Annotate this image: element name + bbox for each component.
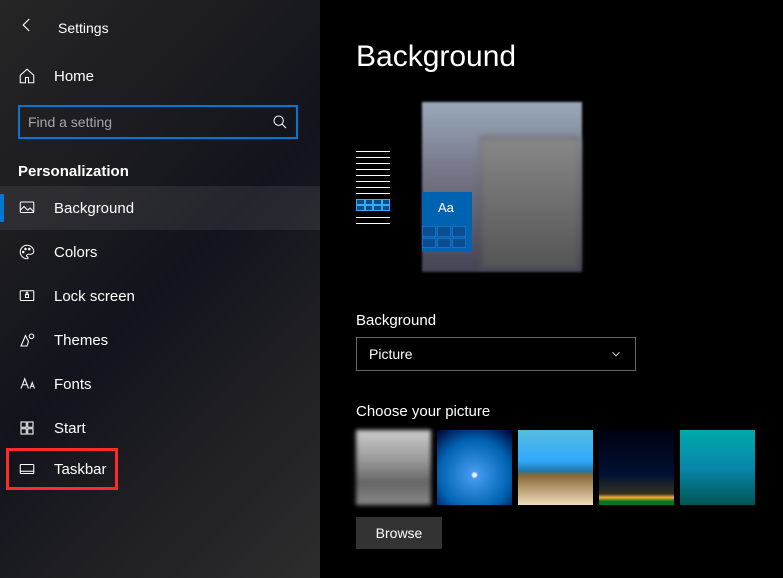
sidebar: Settings Home Personalization Background… — [0, 0, 320, 578]
image-icon — [18, 199, 36, 217]
section-label: Personalization — [0, 153, 320, 186]
back-button[interactable] — [18, 16, 36, 39]
choose-picture-label: Choose your picture — [356, 403, 783, 420]
start-icon — [18, 419, 36, 437]
sidebar-header: Settings — [0, 12, 320, 57]
sidebar-item-label: Background — [54, 200, 134, 217]
picture-thumbnail[interactable] — [437, 430, 512, 505]
lock-screen-icon — [18, 287, 36, 305]
sidebar-item-taskbar[interactable]: Taskbar — [8, 450, 116, 488]
sidebar-item-label: Themes — [54, 332, 108, 349]
sidebar-item-label: Lock screen — [54, 288, 135, 305]
picture-thumbnail[interactable] — [356, 430, 431, 505]
picture-thumbnail[interactable] — [518, 430, 593, 505]
search-input[interactable] — [28, 114, 272, 130]
fonts-icon — [18, 375, 36, 393]
picture-thumbnails — [356, 430, 783, 505]
sidebar-item-label: Fonts — [54, 376, 92, 393]
page-title: Background — [356, 40, 783, 74]
sidebar-item-label: Taskbar — [54, 461, 107, 478]
desktop-preview: Aa — [422, 102, 582, 272]
taskbar-preview — [356, 146, 390, 229]
sidebar-item-background[interactable]: Background — [0, 186, 320, 230]
palette-icon — [18, 243, 36, 261]
home-icon — [18, 67, 36, 85]
home-label: Home — [54, 68, 94, 85]
desktop-preview-row: Aa — [356, 102, 783, 272]
themes-icon — [18, 331, 36, 349]
chevron-down-icon — [609, 347, 623, 361]
browse-button[interactable]: Browse — [356, 517, 442, 549]
sidebar-item-home[interactable]: Home — [0, 57, 320, 95]
background-field-label: Background — [356, 312, 783, 329]
search-box[interactable] — [18, 105, 298, 139]
background-dropdown-value: Picture — [369, 346, 413, 362]
search-icon — [272, 114, 288, 130]
background-dropdown[interactable]: Picture — [356, 337, 636, 371]
sidebar-item-colors[interactable]: Colors — [0, 230, 320, 274]
sidebar-item-label: Colors — [54, 244, 97, 261]
app-title: Settings — [58, 20, 109, 36]
picture-thumbnail[interactable] — [680, 430, 755, 505]
picture-thumbnail[interactable] — [599, 430, 674, 505]
sidebar-item-start[interactable]: Start — [0, 406, 320, 450]
sidebar-item-lock-screen[interactable]: Lock screen — [0, 274, 320, 318]
preview-sample-text: Aa — [438, 200, 454, 215]
search-wrap — [0, 95, 320, 153]
sidebar-item-label: Start — [54, 420, 86, 437]
sidebar-item-themes[interactable]: Themes — [0, 318, 320, 362]
content: Background Aa Background Picture Choose — [320, 0, 783, 578]
taskbar-icon — [18, 460, 36, 478]
sidebar-item-fonts[interactable]: Fonts — [0, 362, 320, 406]
